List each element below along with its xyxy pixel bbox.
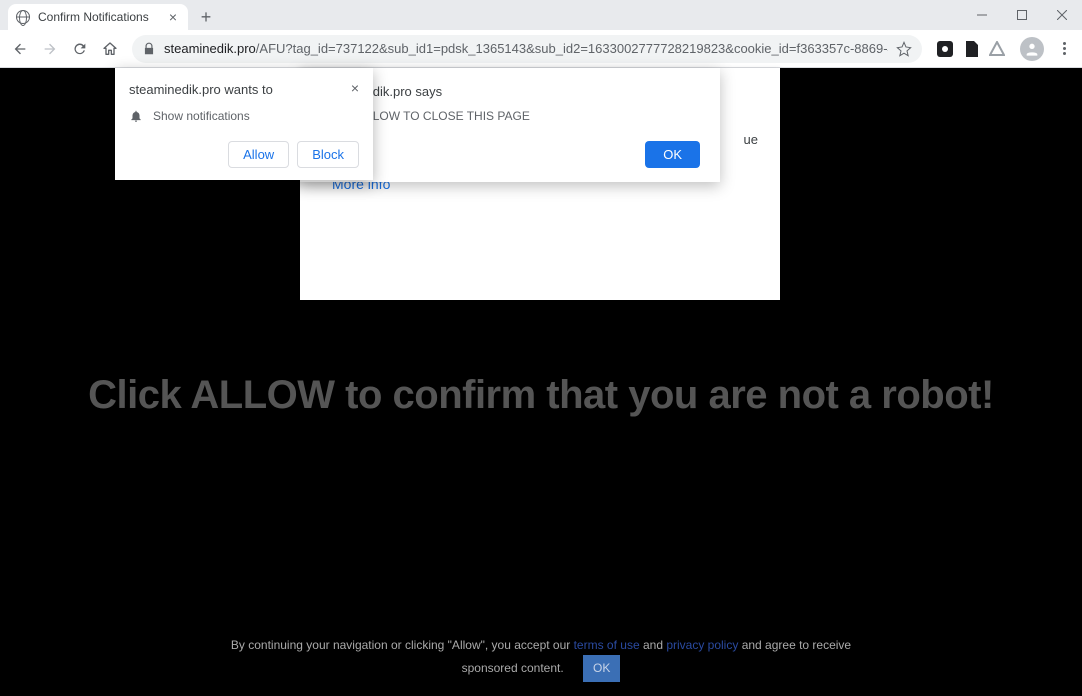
address-bar[interactable]: steaminedik.pro/AFU?tag_id=737122&sub_id… [132,35,922,63]
footer-text: By continuing your navigation or clickin… [0,636,1082,682]
tab-strip: Confirm Notifications × + [0,0,962,30]
bell-icon [129,109,143,123]
alert-origin: steaminedik.pro says [320,84,700,99]
footer-suffix: and agree to receive [742,638,851,652]
perm-origin: steaminedik.pro wants to [129,82,273,97]
footer-ok-button[interactable]: OK [583,655,620,682]
home-button[interactable] [96,35,124,63]
new-tab-button[interactable]: + [194,6,218,30]
window-close-button[interactable] [1042,0,1082,30]
extension-icon-3[interactable] [988,40,1006,58]
footer-prefix: By continuing your navigation or clickin… [231,638,574,652]
forward-button[interactable] [36,35,64,63]
browser-menu-button[interactable] [1052,42,1076,55]
reload-button[interactable] [66,35,94,63]
window-titlebar: Confirm Notifications × + [0,0,1082,30]
window-minimize-button[interactable] [962,0,1002,30]
bookmark-star-icon[interactable] [896,41,912,57]
perm-close-icon[interactable]: × [351,82,359,94]
perm-block-button[interactable]: Block [297,141,359,168]
alert-ok-button[interactable]: OK [645,141,700,168]
extension-icon-2[interactable] [962,40,980,58]
url-text: steaminedik.pro/AFU?tag_id=737122&sub_id… [164,41,888,56]
url-host: steaminedik.pro [164,41,256,56]
tab-title: Confirm Notifications [38,10,166,24]
tab-close-icon[interactable]: × [166,10,180,24]
footer-line2: sponsored content. [462,661,564,675]
perm-capability: Show notifications [153,109,250,123]
panel-partial-text: ue [744,132,758,147]
hero-text: Click ALLOW to confirm that you are not … [0,373,1082,418]
browser-tab[interactable]: Confirm Notifications × [8,4,188,30]
extension-icons [930,40,1012,58]
perm-allow-button[interactable]: Allow [228,141,289,168]
profile-avatar[interactable] [1020,37,1044,61]
alert-message: CLICK ALLOW TO CLOSE THIS PAGE [320,109,700,123]
globe-icon [16,10,30,24]
terms-link[interactable]: terms of use [574,638,640,652]
url-path: /AFU?tag_id=737122&sub_id1=pdsk_1365143&… [256,41,888,56]
lock-icon [142,42,156,56]
window-maximize-button[interactable] [1002,0,1042,30]
browser-toolbar: steaminedik.pro/AFU?tag_id=737122&sub_id… [0,30,1082,68]
notification-permission-dialog: steaminedik.pro wants to × Show notifica… [115,68,373,180]
page-viewport: Click ALLOW to confirm that you are not … [0,68,1082,696]
privacy-link[interactable]: privacy policy [666,638,738,652]
extension-icon-1[interactable] [936,40,954,58]
back-button[interactable] [6,35,34,63]
window-controls [962,0,1082,30]
footer-mid: and [643,638,666,652]
